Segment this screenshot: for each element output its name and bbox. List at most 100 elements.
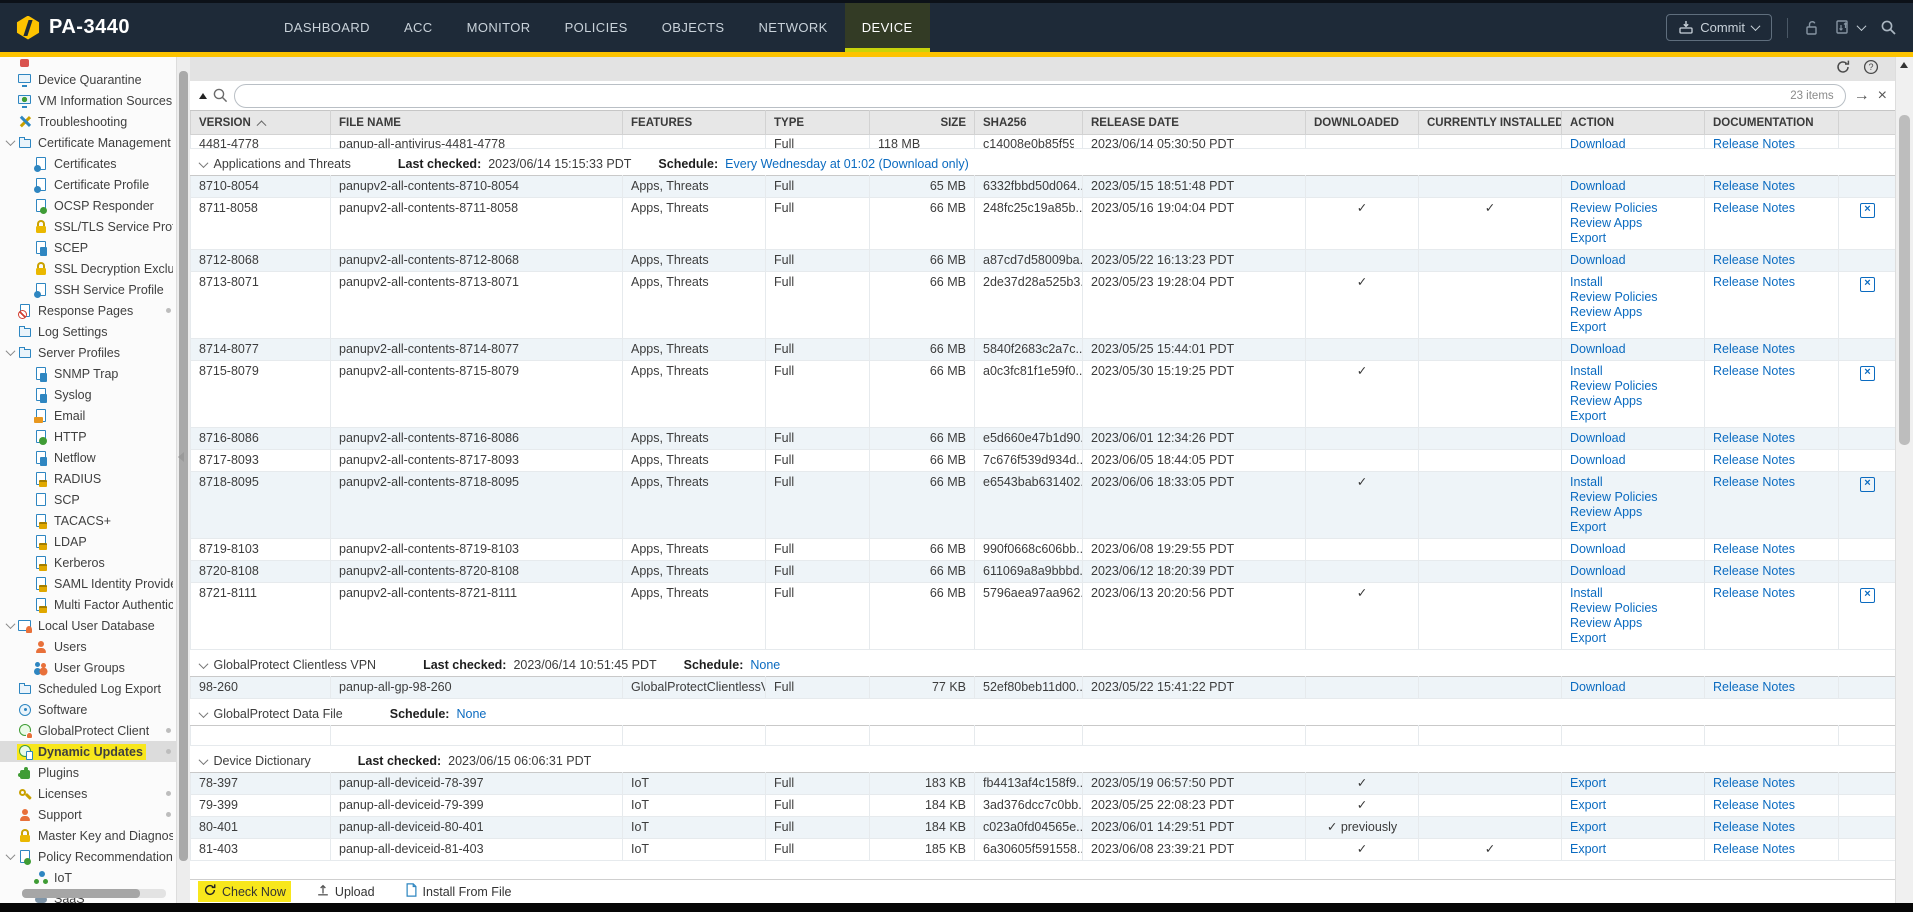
schedule-link[interactable]: None (750, 658, 780, 673)
save-config-icon[interactable] (1835, 19, 1865, 36)
table-row-81-403[interactable]: 81-403panup-all-deviceid-81-403IoTFull18… (191, 839, 1896, 861)
help-icon[interactable]: ? (1863, 59, 1879, 80)
review-policies-link[interactable]: Review Policies (1570, 290, 1696, 305)
column-header-features[interactable]: FEATURES (623, 111, 766, 135)
delete-update-icon[interactable]: × (1860, 477, 1875, 492)
release-notes-link[interactable]: Release Notes (1713, 475, 1830, 490)
sidebar-item-users[interactable]: Users (0, 636, 176, 657)
section-collapse-icon[interactable] (198, 708, 208, 718)
nav-tab-acc[interactable]: ACC (387, 3, 450, 52)
release-notes-link[interactable]: Release Notes (1713, 431, 1830, 446)
review-apps-link[interactable]: Review Apps (1570, 394, 1696, 409)
sidebar-item-user-groups[interactable]: User Groups (0, 657, 176, 678)
search-input[interactable] (246, 88, 1790, 104)
sidebar-item-scep[interactable]: SCEP (0, 237, 176, 258)
install-link[interactable]: Install (1570, 364, 1696, 379)
release-notes-link[interactable]: Release Notes (1713, 275, 1830, 290)
table-row-8721-8111[interactable]: 8721-8111panupv2-all-contents-8721-8111A… (191, 583, 1896, 650)
release-notes-link[interactable]: Release Notes (1713, 179, 1830, 194)
collapse-icon[interactable] (6, 346, 16, 356)
release-notes-link[interactable]: Release Notes (1713, 842, 1830, 857)
review-apps-link[interactable]: Review Apps (1570, 216, 1696, 231)
table-row-8711-8058[interactable]: 8711-8058panupv2-all-contents-8711-8058A… (191, 198, 1896, 250)
collapse-icon[interactable] (6, 136, 16, 146)
column-header-sha256[interactable]: SHA256 (975, 111, 1083, 135)
sidebar-item-scheduled-log-export[interactable]: Scheduled Log Export (0, 678, 176, 699)
sidebar-item-email[interactable]: Email (0, 405, 176, 426)
sidebar-horizontal-scrollbar[interactable] (22, 889, 166, 898)
sidebar-item-master-key-and-diagnostics[interactable]: Master Key and Diagnostics (0, 825, 176, 846)
sidebar-item-ssl-decryption-exclusion[interactable]: SSL Decryption Exclusion (0, 258, 176, 279)
sidebar-item-vm-information-sources[interactable]: VM Information Sources (0, 90, 176, 111)
review-policies-link[interactable]: Review Policies (1570, 490, 1696, 505)
install-from-file-button[interactable]: Install From File (400, 881, 517, 902)
section-collapse-icon[interactable] (198, 158, 208, 168)
sidebar-item-kerberos[interactable]: Kerberos (0, 552, 176, 573)
export-link[interactable]: Export (1570, 520, 1696, 535)
sidebar-item-log-settings[interactable]: Log Settings (0, 321, 176, 342)
sidebar-item-ssh-service-profile[interactable]: SSH Service Profile (0, 279, 176, 300)
sidebar-item-device-quarantine[interactable]: Device Quarantine (0, 69, 176, 90)
column-header-action[interactable]: ACTION (1562, 111, 1705, 135)
table-row-8713-8071[interactable]: 8713-8071panupv2-all-contents-8713-8071A… (191, 272, 1896, 339)
apply-filter-icon[interactable]: → (1854, 88, 1870, 104)
sidebar-item-plugins[interactable]: Plugins (0, 762, 176, 783)
release-notes-link[interactable]: Release Notes (1713, 137, 1795, 148)
review-apps-link[interactable]: Review Apps (1570, 616, 1696, 631)
table-row-8715-8079[interactable]: 8715-8079panupv2-all-contents-8715-8079A… (191, 361, 1896, 428)
sidebar-item-support[interactable]: Support (0, 804, 176, 825)
sidebar-item-response-pages[interactable]: Response Pages (0, 300, 176, 321)
column-header-size[interactable]: SIZE (870, 111, 975, 135)
export-link[interactable]: Export (1570, 320, 1696, 335)
install-link[interactable]: Install (1570, 475, 1696, 490)
collapse-icon[interactable] (6, 619, 16, 629)
download-link[interactable]: Download (1570, 253, 1696, 268)
check-now-button[interactable]: Check Now (198, 881, 291, 902)
review-policies-link[interactable]: Review Policies (1570, 201, 1696, 216)
column-header-release-date[interactable]: RELEASE DATE (1083, 111, 1306, 135)
release-notes-link[interactable]: Release Notes (1713, 364, 1830, 379)
download-link[interactable]: Download (1570, 542, 1696, 557)
sidebar-item-globalprotect-client[interactable]: GlobalProtect Client (0, 720, 176, 741)
sidebar-item-iot[interactable]: IoT (0, 867, 176, 888)
export-link[interactable]: Export (1570, 820, 1696, 835)
release-notes-link[interactable]: Release Notes (1713, 820, 1830, 835)
review-apps-link[interactable]: Review Apps (1570, 505, 1696, 520)
table-row-8712-8068[interactable]: 8712-8068panupv2-all-contents-8712-8068A… (191, 250, 1896, 272)
table-row-80-401[interactable]: 80-401panup-all-deviceid-80-401IoTFull18… (191, 817, 1896, 839)
install-link[interactable]: Install (1570, 275, 1696, 290)
release-notes-link[interactable]: Release Notes (1713, 564, 1830, 579)
table-row-8720-8108[interactable]: 8720-8108panupv2-all-contents-8720-8108A… (191, 561, 1896, 583)
table-row-98-260[interactable]: 98-260panup-all-gp-98-260GlobalProtectCl… (191, 677, 1896, 699)
release-notes-link[interactable]: Release Notes (1713, 342, 1830, 357)
sidebar-item-dynamic-updates[interactable]: Dynamic Updates (0, 741, 176, 762)
release-notes-link[interactable]: Release Notes (1713, 542, 1830, 557)
release-notes-link[interactable]: Release Notes (1713, 776, 1830, 791)
sidebar-item-local-user-database[interactable]: Local User Database (0, 615, 176, 636)
delete-update-icon[interactable]: × (1860, 366, 1875, 381)
review-policies-link[interactable]: Review Policies (1570, 601, 1696, 616)
sidebar-item-troubleshooting[interactable]: Troubleshooting (0, 111, 176, 132)
table-row-78-397[interactable]: 78-397panup-all-deviceid-78-397IoTFull18… (191, 773, 1896, 795)
table-row-8718-8095[interactable]: 8718-8095panupv2-all-contents-8718-8095A… (191, 472, 1896, 539)
review-apps-link[interactable]: Review Apps (1570, 305, 1696, 320)
release-notes-link[interactable]: Release Notes (1713, 453, 1830, 468)
sidebar-scrollbar[interactable] (176, 57, 190, 903)
table-row-8716-8086[interactable]: 8716-8086panupv2-all-contents-8716-8086A… (191, 428, 1896, 450)
sidebar-item-policy-recommendation[interactable]: Policy Recommendation (0, 846, 176, 867)
sidebar-item-netflow[interactable]: Netflow (0, 447, 176, 468)
download-link[interactable]: Download (1570, 680, 1696, 695)
content-scrollbar-thumb[interactable] (1899, 115, 1910, 445)
column-header-currently-installed[interactable]: CURRENTLY INSTALLED (1419, 111, 1562, 135)
scroll-up-icon[interactable] (1900, 62, 1908, 68)
sidebar-item-licenses[interactable]: Licenses (0, 783, 176, 804)
release-notes-link[interactable]: Release Notes (1713, 253, 1830, 268)
sidebar-resize-icon[interactable] (199, 93, 207, 99)
delete-update-icon[interactable]: × (1860, 203, 1875, 218)
section-collapse-icon[interactable] (198, 659, 208, 669)
export-link[interactable]: Export (1570, 798, 1696, 813)
refresh-icon[interactable] (1835, 59, 1851, 80)
sidebar-item-syslog[interactable]: Syslog (0, 384, 176, 405)
sidebar-collapse-handle[interactable] (178, 452, 184, 462)
export-link[interactable]: Export (1570, 231, 1696, 246)
